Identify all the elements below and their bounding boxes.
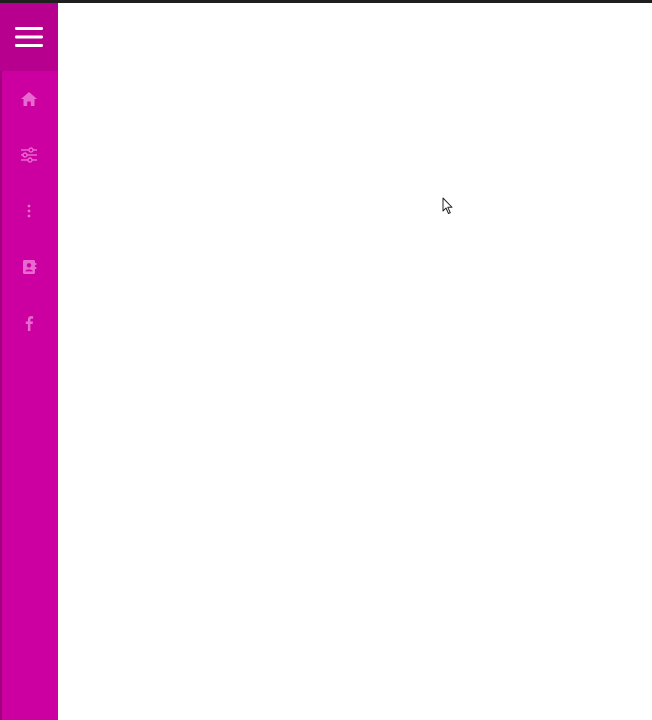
sidebar (0, 3, 58, 720)
more-vertical-icon (27, 204, 31, 218)
sliders-icon (21, 147, 37, 163)
facebook-icon (25, 316, 34, 331)
sidebar-item-home[interactable] (0, 71, 58, 127)
sidebar-item-contacts[interactable] (0, 239, 58, 295)
contact-card-icon (23, 260, 37, 274)
sidebar-item-facebook[interactable] (0, 295, 58, 351)
hamburger-menu-icon (15, 27, 43, 47)
sidebar-item-more[interactable] (0, 183, 58, 239)
home-icon (21, 92, 37, 106)
main-content (58, 3, 652, 720)
sidebar-nav (0, 71, 58, 351)
sidebar-item-settings[interactable] (0, 127, 58, 183)
menu-toggle-button[interactable] (0, 3, 58, 71)
